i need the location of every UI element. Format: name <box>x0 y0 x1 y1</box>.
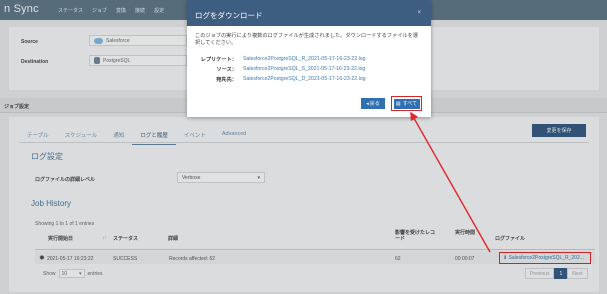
log-file-link-destination[interactable]: Salesforce2PostgreSQL_D_2021-05-17-16-23… <box>243 76 366 82</box>
close-icon[interactable]: × <box>417 10 421 16</box>
back-button-label: 戻る <box>369 101 380 107</box>
back-button[interactable]: ◂ 戻る <box>361 98 385 109</box>
log-file-link-replicate[interactable]: Salesforce2PostgreSQL_R_2021-05-17-16-23… <box>243 56 366 62</box>
log-file-label: ソース： <box>216 67 238 73</box>
download-log-dialog: ログをダウンロード × このジョブの実行により複数のログファイルが生成されました… <box>187 0 431 117</box>
download-all-highlight: ▤ すべて <box>391 96 422 111</box>
download-all-button[interactable]: ▤ すべて <box>393 98 420 109</box>
dialog-header: ログをダウンロード × <box>187 0 431 26</box>
back-arrow-icon: ◂ <box>366 100 369 107</box>
log-file-label: レプリケート： <box>200 57 237 63</box>
dialog-title: ログをダウンロード <box>195 11 263 20</box>
log-file-link-source[interactable]: Salesforce2PostgreSQL_S_2021-05-17-16-23… <box>243 66 365 72</box>
download-all-label: すべて <box>402 101 418 107</box>
dialog-message: このジョブの実行により複数のログファイルが生成されました。ダウンロードするファイ… <box>195 33 418 46</box>
log-file-label: 宛先先： <box>216 77 237 83</box>
document-icon: ▤ <box>395 100 401 107</box>
